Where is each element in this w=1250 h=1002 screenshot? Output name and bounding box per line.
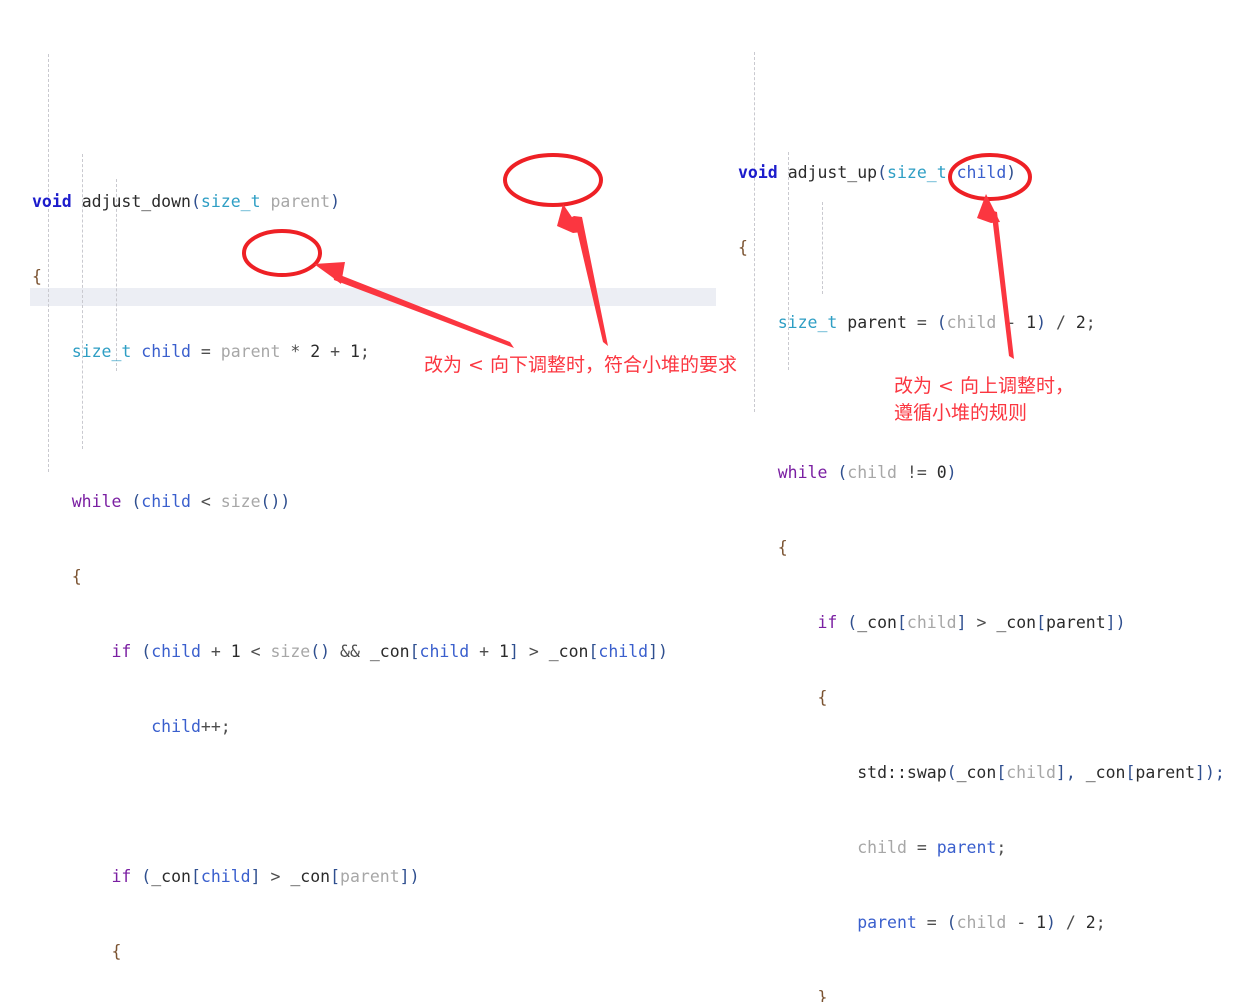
code-line: { <box>111 942 122 961</box>
annotation-text-adjust-down: 改为 < 向下调整时，符合小堆的要求 <box>424 354 737 376</box>
code-line: child++; <box>151 717 231 736</box>
code-line: if (_con[child] > _con[parent]) <box>817 613 1126 632</box>
code-panel-adjust-up[interactable]: void adjust_up(size_t child) { size_t pa… <box>738 10 1225 1002</box>
code-line: size_t parent = (child - 1) / 2; <box>777 313 1096 332</box>
indent-guide-level1 <box>48 54 50 472</box>
code-line: void adjust_up(size_t child) <box>738 163 1017 182</box>
code-line: std::swap(_con[child], _con[parent]); <box>857 763 1225 782</box>
annotation-text-adjust-up: 改为 < 向上调整时，遵循小堆的规则 <box>894 375 1074 424</box>
code-line: while (child != 0) <box>777 463 957 482</box>
code-line: { <box>71 567 82 586</box>
code-panel-adjust-down[interactable]: void adjust_down(size_t parent) { size_t… <box>32 14 668 1002</box>
code-line: { <box>738 238 748 257</box>
code-line: } <box>817 988 828 1002</box>
code-line: { <box>32 267 42 286</box>
code-line: { <box>817 688 828 707</box>
code-line: void adjust_down(size_t parent) <box>32 192 340 211</box>
code-line: if (_con[child] > _con[parent]) <box>111 867 420 886</box>
code-line: child = parent; <box>857 838 1007 857</box>
code-line: parent = (child - 1) / 2; <box>857 913 1106 932</box>
code-line: while (child < size()) <box>71 492 291 511</box>
code-line: if (child + 1 < size() && _con[child + 1… <box>111 642 668 661</box>
code-line: { <box>777 538 788 557</box>
